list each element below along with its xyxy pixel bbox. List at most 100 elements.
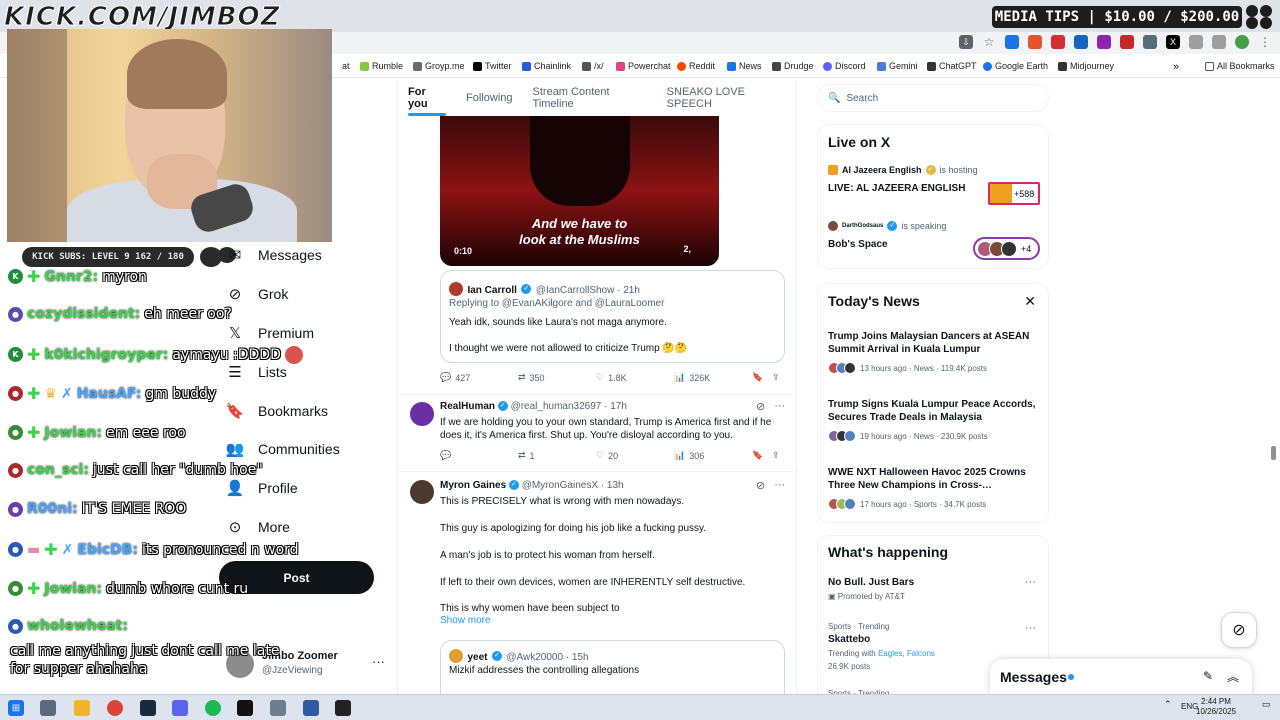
bookmark-item[interactable]: Chainlink xyxy=(522,61,571,71)
chevron-up-icon[interactable]: ⌃ xyxy=(1164,699,1172,710)
spotify-icon[interactable] xyxy=(205,700,221,716)
live-listeners[interactable]: +588 xyxy=(988,182,1040,205)
author-name[interactable]: RealHuman xyxy=(440,401,495,412)
tab-stream-content-timeline[interactable]: Stream Content Timeline xyxy=(523,80,657,116)
x-extension-icon[interactable]: X xyxy=(1166,35,1180,49)
chrome-icon[interactable] xyxy=(107,700,123,716)
extension-icon[interactable] xyxy=(1028,35,1042,49)
quoted-tweet[interactable]: yeet ✓ @Awk20000 · 15h Mizkif addresses … xyxy=(440,640,785,700)
share-button[interactable]: ⇪ xyxy=(772,450,780,461)
like-button[interactable]: ♡ 1.8K xyxy=(596,372,627,383)
discord-icon[interactable] xyxy=(172,700,188,716)
more-icon[interactable]: ··· xyxy=(1025,622,1036,634)
video-player[interactable]: And we have to look at the Muslims 0:10 … xyxy=(440,116,719,266)
install-app-icon[interactable]: ⇩ xyxy=(959,35,973,49)
nav-premium[interactable]: 𝕏 Premium xyxy=(226,324,314,342)
extension-icon[interactable] xyxy=(1097,35,1111,49)
bookmark-item[interactable]: ChatGPT xyxy=(927,61,977,71)
grok-icon[interactable]: ⊘ xyxy=(756,400,765,413)
app-icon[interactable] xyxy=(237,700,253,716)
more-icon[interactable]: ··· xyxy=(372,654,385,669)
reply-button[interactable]: 💬 xyxy=(440,450,455,461)
task-view-icon[interactable] xyxy=(40,700,56,716)
bookmark-item[interactable]: News xyxy=(727,61,762,71)
bookmark-item[interactable]: Twitter xyxy=(473,61,512,71)
compose-message-icon[interactable]: ✎ xyxy=(1203,669,1213,683)
more-icon[interactable]: ··· xyxy=(774,400,785,413)
quoted-tweet[interactable]: Ian Carroll ✓ @IanCarrollShow · 21h Repl… xyxy=(440,270,785,363)
trend-link[interactable]: Falcons xyxy=(907,649,935,658)
more-icon[interactable]: ··· xyxy=(774,479,785,492)
extension-icon[interactable] xyxy=(1005,35,1019,49)
puzzle-icon[interactable] xyxy=(1189,35,1203,49)
grok-icon[interactable]: ⊘ xyxy=(756,479,765,492)
tab-sneako-love-speech[interactable]: SNEAKO LOVE SPEECH xyxy=(657,80,796,116)
extension-icon[interactable] xyxy=(1074,35,1088,49)
avatar[interactable] xyxy=(410,480,434,504)
nav-more[interactable]: ⊙ More xyxy=(226,518,290,536)
tab-for-you[interactable]: For you xyxy=(398,80,456,116)
bookmark-button[interactable]: 🔖 xyxy=(752,372,763,383)
avatar[interactable] xyxy=(410,402,434,426)
file-explorer-icon[interactable] xyxy=(74,700,90,716)
all-bookmarks[interactable]: All Bookmarks xyxy=(1205,61,1275,71)
news-headline[interactable]: Trump Signs Kuala Lumpur Peace Accords, … xyxy=(828,398,1040,424)
bookmark-item[interactable]: Midjourney xyxy=(1058,61,1114,71)
bookmark-item[interactable]: Drudge xyxy=(772,61,814,71)
more-icon[interactable]: ··· xyxy=(1025,576,1036,588)
bookmark-item[interactable]: Google Earth xyxy=(983,61,1048,71)
windows-start-icon[interactable]: ⊞ xyxy=(8,700,24,716)
steam-icon[interactable] xyxy=(140,700,156,716)
bookmark-item[interactable]: Powerchat xyxy=(616,61,671,71)
bookmark-button[interactable]: 🔖 xyxy=(752,450,763,461)
author-name[interactable]: Myron Gaines xyxy=(440,480,506,491)
chevron-right-icon[interactable]: » xyxy=(1173,61,1179,73)
live-title[interactable]: Bob's Space xyxy=(828,239,888,250)
bookmark-item[interactable]: Rumble xyxy=(360,61,403,71)
live-title[interactable]: LIVE: AL JAZEERA ENGLISH xyxy=(828,183,965,194)
bookmark-item[interactable]: /x/ xyxy=(582,61,604,71)
views-button[interactable]: 📊 326K xyxy=(674,372,710,383)
bookmark-item[interactable]: at xyxy=(342,61,350,71)
bookmark-item[interactable]: Discord xyxy=(823,61,866,71)
grok-floating-button[interactable]: ⊘ xyxy=(1221,612,1257,648)
bookmark-item[interactable]: Groyp.me xyxy=(413,61,465,71)
extension-icon[interactable] xyxy=(1120,35,1134,49)
chevron-up-icon[interactable]: ︽ xyxy=(1227,668,1239,685)
nav-lists[interactable]: ☰ Lists xyxy=(226,363,287,381)
like-button[interactable]: ♡ 20 xyxy=(596,450,618,461)
sidepanel-icon[interactable] xyxy=(1212,35,1226,49)
repost-button[interactable]: ⇄ 350 xyxy=(518,372,545,383)
bookmark-item[interactable]: Reddit xyxy=(677,61,715,71)
app-icon[interactable] xyxy=(270,700,286,716)
extension-icon[interactable] xyxy=(1051,35,1065,49)
search-input[interactable]: 🔍 Search xyxy=(817,84,1049,112)
news-headline[interactable]: WWE NXT Halloween Havoc 2025 Crowns Thre… xyxy=(828,466,1040,492)
nav-bookmarks[interactable]: 🔖 Bookmarks xyxy=(226,402,328,420)
trend-link[interactable]: Eagles xyxy=(878,649,902,658)
system-clock[interactable]: 2:44 PM 10/26/2025 xyxy=(1196,697,1236,717)
messages-drawer[interactable]: Messages ✎ ︽ xyxy=(990,659,1252,699)
tab-following[interactable]: Following xyxy=(456,80,522,116)
kebab-menu-icon[interactable]: ⋮ xyxy=(1258,35,1272,49)
show-more-link[interactable]: Show more xyxy=(440,615,491,626)
scrollbar-thumb[interactable] xyxy=(1271,446,1276,460)
profile-avatar-icon[interactable] xyxy=(1235,35,1249,49)
nav-profile[interactable]: 👤 Profile xyxy=(226,479,298,497)
extension-icon[interactable] xyxy=(1143,35,1157,49)
app-icon[interactable] xyxy=(335,700,351,716)
notification-icon[interactable]: ▭ xyxy=(1262,699,1271,710)
nav-messages[interactable]: ✉ Messages xyxy=(226,246,322,264)
reply-button[interactable]: 💬 427 xyxy=(440,372,470,383)
repost-button[interactable]: ⇄ 1 xyxy=(518,450,535,461)
nav-grok[interactable]: ⊘ Grok xyxy=(226,285,289,303)
trend-name[interactable]: No Bull. Just Bars xyxy=(828,577,914,588)
trend-name[interactable]: Skattebo xyxy=(828,634,870,645)
close-icon[interactable]: ✕ xyxy=(1024,293,1036,310)
nav-communities[interactable]: 👥 Communities xyxy=(226,440,340,458)
views-button[interactable]: 📊 306 xyxy=(674,450,704,461)
star-bookmark-icon[interactable]: ☆ xyxy=(982,35,996,49)
app-icon[interactable] xyxy=(303,700,319,716)
bookmark-item[interactable]: Gemini xyxy=(877,61,918,71)
live-listeners[interactable]: +4 xyxy=(973,237,1040,260)
